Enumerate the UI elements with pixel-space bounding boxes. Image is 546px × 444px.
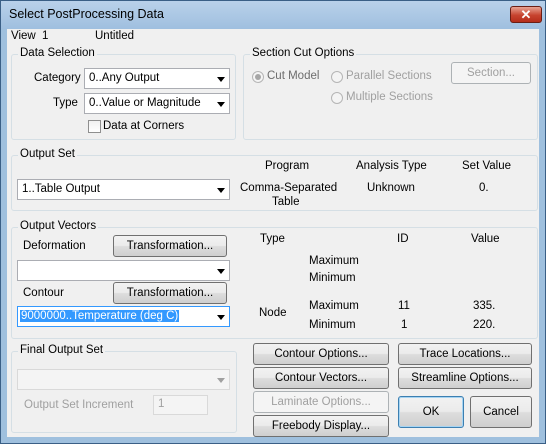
deformation-min-label: Minimum — [309, 272, 356, 284]
contour-max-value: 335. — [473, 300, 496, 312]
analysis-type-header: Analysis Type — [356, 160, 427, 172]
program-line2: Table — [272, 196, 300, 208]
laminate-options-button[interactable]: Laminate Options... — [253, 391, 389, 413]
contour-min-id: 1 — [401, 319, 408, 331]
final-output-set-group: Final Output Set — [11, 344, 237, 433]
chevron-down-icon — [217, 269, 225, 274]
data-at-corners-label: Data at Corners — [103, 120, 185, 132]
contour-max-label: Maximum — [309, 300, 359, 312]
view-label: View — [11, 30, 36, 42]
deformation-select[interactable] — [17, 260, 230, 281]
close-button[interactable]: ✕ — [510, 6, 542, 23]
output-set-increment-value: 1 — [158, 398, 165, 410]
output-set-select[interactable]: 1..Table Output — [17, 179, 230, 200]
contour-min-label: Minimum — [309, 319, 356, 331]
cut-model-label: Cut Model — [267, 70, 320, 82]
view-name: Untitled — [95, 30, 134, 42]
contour-min-value: 220. — [473, 319, 496, 331]
parallel-sections-radio[interactable] — [331, 71, 343, 83]
view-number: 1 — [42, 30, 49, 42]
set-value-header: Set Value — [462, 160, 512, 172]
cut-model-radio[interactable] — [252, 71, 264, 83]
output-set-value: 1..Table Output — [22, 183, 100, 195]
dialog-body: View 1 Untitled Data Selection Category … — [7, 29, 539, 437]
output-vectors-title: Output Vectors — [18, 220, 99, 232]
deformation-transformation-button[interactable]: Transformation... — [113, 235, 227, 257]
data-selection-title: Data Selection — [18, 47, 97, 59]
contour-label: Contour — [23, 287, 64, 299]
contour-vectors-button[interactable]: Contour Vectors... — [253, 367, 389, 389]
chevron-down-icon — [217, 77, 225, 82]
title-bar[interactable]: Select PostProcessing Data ✕ — [1, 1, 545, 29]
deformation-max-label: Maximum — [309, 255, 359, 267]
ok-button[interactable]: OK — [398, 396, 464, 428]
deformation-label: Deformation — [23, 240, 86, 252]
section-button[interactable]: Section... — [451, 62, 531, 84]
id-header: ID — [397, 233, 409, 245]
value-header: Value — [471, 233, 500, 245]
cancel-button[interactable]: Cancel — [470, 396, 532, 428]
contour-select[interactable]: 9000000..Temperature (deg C) — [17, 306, 230, 327]
chevron-down-icon — [217, 378, 225, 383]
type-value: 0..Value or Magnitude — [89, 97, 201, 109]
chevron-down-icon — [217, 188, 225, 193]
chevron-down-icon — [217, 102, 225, 107]
contour-max-id: 11 — [398, 300, 410, 312]
parallel-sections-label: Parallel Sections — [346, 70, 432, 82]
contour-options-button[interactable]: Contour Options... — [253, 343, 389, 365]
output-set-title: Output Set — [18, 148, 77, 160]
category-select[interactable]: 0..Any Output — [84, 68, 230, 89]
contour-transformation-button[interactable]: Transformation... — [113, 282, 227, 304]
multiple-sections-radio[interactable] — [331, 92, 343, 104]
set-value: 0. — [479, 182, 489, 194]
multiple-sections-label: Multiple Sections — [346, 91, 433, 103]
type-label: Type — [53, 97, 78, 109]
analysis-type-value: Unknown — [367, 182, 415, 194]
chevron-down-icon — [217, 315, 225, 320]
contour-value: 9000000..Temperature (deg C) — [20, 310, 180, 322]
program-line1: Comma-Separated — [240, 182, 338, 194]
contour-type-value: Node — [259, 307, 287, 319]
output-set-increment-field[interactable]: 1 — [153, 395, 208, 415]
freebody-display-button[interactable]: Freebody Display... — [253, 415, 389, 437]
program-header: Program — [265, 160, 310, 172]
data-at-corners-checkbox[interactable] — [88, 120, 101, 133]
trace-locations-button[interactable]: Trace Locations... — [398, 343, 532, 365]
section-cut-title: Section Cut Options — [250, 47, 357, 59]
final-output-set-title: Final Output Set — [18, 344, 106, 356]
type-header: Type — [260, 233, 285, 245]
output-set-increment-label: Output Set Increment — [24, 399, 134, 411]
dialog-window: Select PostProcessing Data ✕ View 1 Unti… — [0, 0, 546, 444]
category-label: Category — [34, 72, 81, 84]
category-value: 0..Any Output — [89, 72, 160, 84]
streamline-options-button[interactable]: Streamline Options... — [398, 367, 532, 389]
final-output-set-select[interactable] — [17, 369, 230, 390]
dialog-title: Select PostProcessing Data — [9, 7, 164, 21]
type-select[interactable]: 0..Value or Magnitude — [84, 93, 230, 114]
